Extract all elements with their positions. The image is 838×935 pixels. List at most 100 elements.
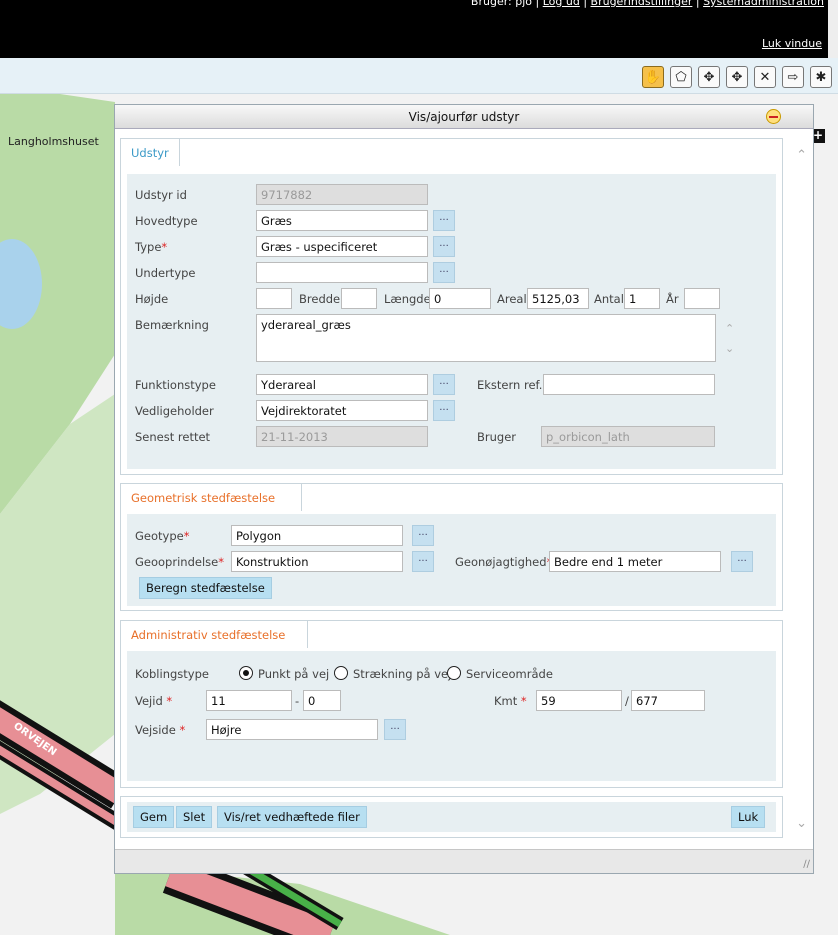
radio-punkt-paa-vej[interactable] xyxy=(239,666,253,680)
antal-field[interactable]: 1 xyxy=(624,288,660,309)
dialog-title: Vis/ajourfør udstyr xyxy=(408,110,520,124)
geometrisk-panel: Geometrisk stedfæstelse Geotype* Polygon… xyxy=(120,483,783,611)
tab-geometrisk[interactable]: Geometrisk stedfæstelse xyxy=(120,483,302,511)
label-geonoejagtighed: Geonøjagtighed* xyxy=(455,555,552,569)
textarea-scroll-up-icon[interactable]: ⌃ xyxy=(725,322,772,335)
dialog-titlebar[interactable]: Vis/ajourfør udstyr xyxy=(115,105,813,129)
geotype-lookup-button[interactable]: ... xyxy=(412,525,434,546)
label-geotype: Geotype* xyxy=(135,529,190,543)
type-field[interactable]: Græs - uspecificeret xyxy=(256,236,428,257)
geonoejagtighed-lookup-button[interactable]: ... xyxy=(731,551,753,572)
undertype-field[interactable] xyxy=(256,262,428,283)
radio-straekning-paa-vej[interactable] xyxy=(334,666,348,680)
sysadmin-link[interactable]: Systemadministration xyxy=(703,0,824,8)
administrativ-fields: Koblingstype Punkt på vej Strækning på v… xyxy=(127,651,776,781)
scroll-down-icon[interactable]: ⌄ xyxy=(796,816,807,831)
label-geooprindelse: Geooprindelse* xyxy=(135,555,224,569)
funktionstype-field[interactable]: Yderareal xyxy=(256,374,428,395)
ekstern-ref-field[interactable] xyxy=(543,374,715,395)
hojde-field[interactable] xyxy=(256,288,292,309)
move-icon[interactable]: ✥ xyxy=(698,66,720,88)
calculate-location-button[interactable]: Beregn stedfæstelse xyxy=(139,577,272,599)
geooprindelse-lookup-button[interactable]: ... xyxy=(412,551,434,572)
dialog-footer: ∕∕ xyxy=(115,849,813,873)
geotype-field[interactable]: Polygon xyxy=(231,525,403,546)
move-vertex-icon[interactable]: ✥ xyxy=(726,66,748,88)
label-straekning-paa-vej: Strækning på vej xyxy=(353,667,452,681)
user-label: Bruger: pjo | xyxy=(470,0,540,8)
areal-field[interactable]: 5125,03 xyxy=(527,288,589,309)
page-scrollbar[interactable] xyxy=(828,0,838,58)
label-ekstern-ref: Ekstern ref. xyxy=(477,378,543,392)
bemaerkning-textarea[interactable]: yderareal_græs xyxy=(256,314,716,362)
label-antal: Antal xyxy=(594,292,624,306)
hovedtype-field[interactable]: Græs xyxy=(256,210,428,231)
dialog-scrollbar[interactable]: ⌃ ⌄ xyxy=(789,130,813,850)
label-laengde: Længde xyxy=(384,292,431,306)
label-koblingstype: Koblingstype xyxy=(135,667,209,681)
label-hojde: Højde xyxy=(135,292,169,306)
hovedtype-lookup-button[interactable]: ... xyxy=(433,210,455,231)
funktionstype-lookup-button[interactable]: ... xyxy=(433,374,455,395)
delete-icon[interactable]: ✕ xyxy=(754,66,776,88)
tab-administrativ[interactable]: Administrativ stedfæstelse xyxy=(120,620,308,648)
map-place-label: Langholmshuset xyxy=(8,135,99,148)
radio-serviceomraade[interactable] xyxy=(447,666,461,680)
textarea-scroll-down-icon[interactable]: ⌄ xyxy=(725,342,772,355)
senest-rettet-field[interactable]: 21-11-2013 xyxy=(256,426,428,447)
bredde-field[interactable] xyxy=(341,288,377,309)
udstyr-id-field[interactable]: 9717882 xyxy=(256,184,428,205)
kmt-separator: / xyxy=(625,694,629,708)
resize-grip-icon[interactable]: ∕∕ xyxy=(803,859,810,870)
geometrisk-fields: Geotype* Polygon ... Geooprindelse* Kons… xyxy=(127,514,776,606)
kmt-field[interactable]: 59 xyxy=(536,690,622,711)
action-bar: Gem Slet Vis/ret vedhæftede filer Luk xyxy=(120,796,783,838)
laengde-field[interactable]: 0 xyxy=(429,288,491,309)
vedligeholder-lookup-button[interactable]: ... xyxy=(433,400,455,421)
vejside-lookup-button[interactable]: ... xyxy=(384,719,406,740)
user-links: Bruger: pjo | Log ud | Brugerindstilling… xyxy=(471,0,824,8)
label-undertype: Undertype xyxy=(135,266,196,280)
label-senest-rettet: Senest rettet xyxy=(135,430,211,444)
scroll-up-icon[interactable]: ⌃ xyxy=(796,148,807,163)
attachments-button[interactable]: Vis/ret vedhæftede filer xyxy=(217,806,367,828)
label-vejid: Vejid * xyxy=(135,694,173,708)
undertype-lookup-button[interactable]: ... xyxy=(433,262,455,283)
user-settings-link[interactable]: Brugerindstillinger xyxy=(591,0,693,8)
kmt-meter-field[interactable]: 677 xyxy=(631,690,705,711)
type-lookup-button[interactable]: ... xyxy=(433,236,455,257)
split-icon[interactable]: ✱ xyxy=(810,66,832,88)
label-aar: År xyxy=(666,292,679,306)
edit-equipment-dialog: Vis/ajourfør udstyr Udstyr Udstyr id 971… xyxy=(114,104,814,874)
vedligeholder-field[interactable]: Vejdirektoratet xyxy=(256,400,428,421)
hand-pan-icon[interactable]: ✋ xyxy=(642,66,664,88)
vejid-field[interactable]: 11 xyxy=(206,690,292,711)
geonoejagtighed-field[interactable]: Bedre end 1 meter xyxy=(549,551,721,572)
minimize-icon[interactable] xyxy=(766,109,781,124)
logout-link[interactable]: Log ud xyxy=(543,0,580,8)
dialog-body: Udstyr Udstyr id 9717882 Hovedtype Græs … xyxy=(115,130,813,847)
close-button[interactable]: Luk xyxy=(731,806,766,828)
delete-button[interactable]: Slet xyxy=(176,806,213,828)
action-bar-inner: Gem Slet Vis/ret vedhæftede filer Luk xyxy=(127,802,776,832)
add-node-icon[interactable]: ⇨ xyxy=(782,66,804,88)
close-window-link[interactable]: Luk vindue xyxy=(762,37,822,50)
map-toolbar: ✋ ⬠ ✥ ✥ ✕ ⇨ ✱ xyxy=(0,58,838,94)
vejside-field[interactable]: Højre xyxy=(206,719,378,740)
label-bredde: Bredde xyxy=(299,292,341,306)
label-serviceomraade: Serviceområde xyxy=(466,667,553,681)
label-areal: Areal xyxy=(497,292,527,306)
bruger-field[interactable]: p_orbicon_lath xyxy=(541,426,715,447)
aar-field[interactable] xyxy=(684,288,720,309)
label-funktionstype: Funktionstype xyxy=(135,378,216,392)
label-hovedtype: Hovedtype xyxy=(135,214,198,228)
label-kmt: Kmt * xyxy=(494,694,527,708)
geooprindelse-field[interactable]: Konstruktion xyxy=(231,551,403,572)
vejid-suffix-field[interactable]: 0 xyxy=(303,690,341,711)
save-button[interactable]: Gem xyxy=(133,806,175,828)
udstyr-panel: Udstyr Udstyr id 9717882 Hovedtype Græs … xyxy=(120,138,783,475)
tab-udstyr[interactable]: Udstyr xyxy=(120,138,180,166)
label-udstyr-id: Udstyr id xyxy=(135,188,187,202)
label-vedligeholder: Vedligeholder xyxy=(135,404,214,418)
select-polygon-icon[interactable]: ⬠ xyxy=(670,66,692,88)
